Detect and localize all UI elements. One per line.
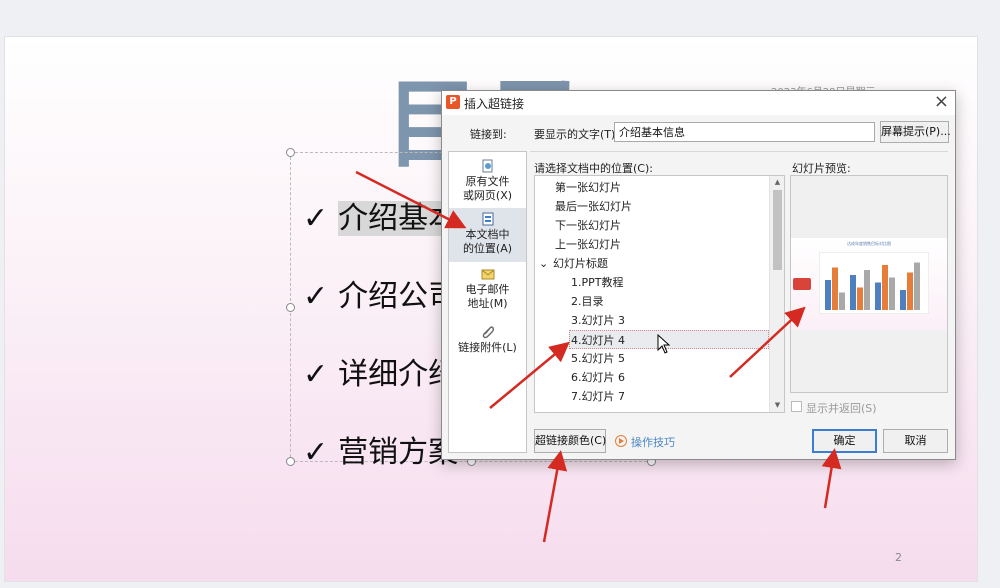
annotation-arrow — [489, 341, 570, 409]
annotation-arrow — [821, 448, 842, 509]
annotation-arrow — [542, 450, 568, 543]
annotation-arrow — [729, 306, 806, 378]
annotation-arrows — [355, 170, 842, 543]
annotation-arrow — [355, 170, 467, 229]
